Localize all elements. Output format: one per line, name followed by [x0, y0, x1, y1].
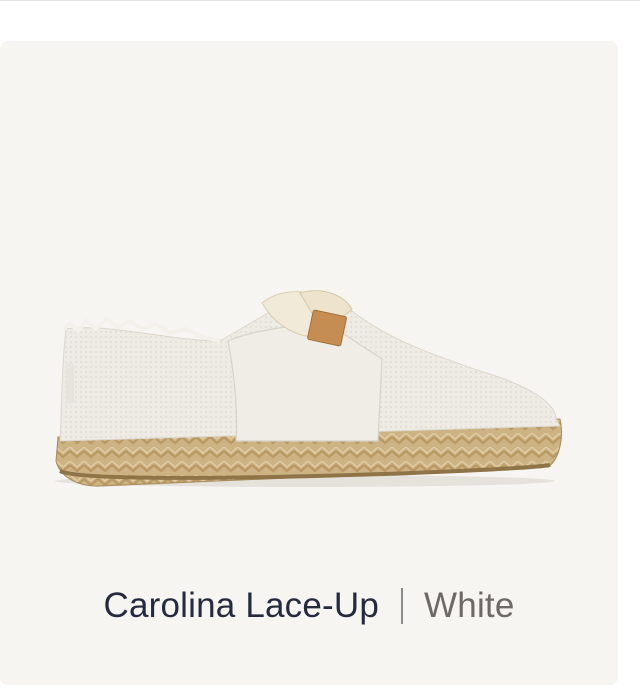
product-caption: Carolina Lace-Up White: [0, 586, 618, 626]
product-color: White: [424, 586, 515, 625]
caption-separator: [401, 588, 404, 624]
product-name[interactable]: Carolina Lace-Up: [103, 586, 379, 626]
top-divider: [0, 0, 640, 1]
espadrille-shoe-image: [55, 290, 562, 487]
product-card[interactable]: Carolina Lace-Up White: [0, 41, 618, 685]
